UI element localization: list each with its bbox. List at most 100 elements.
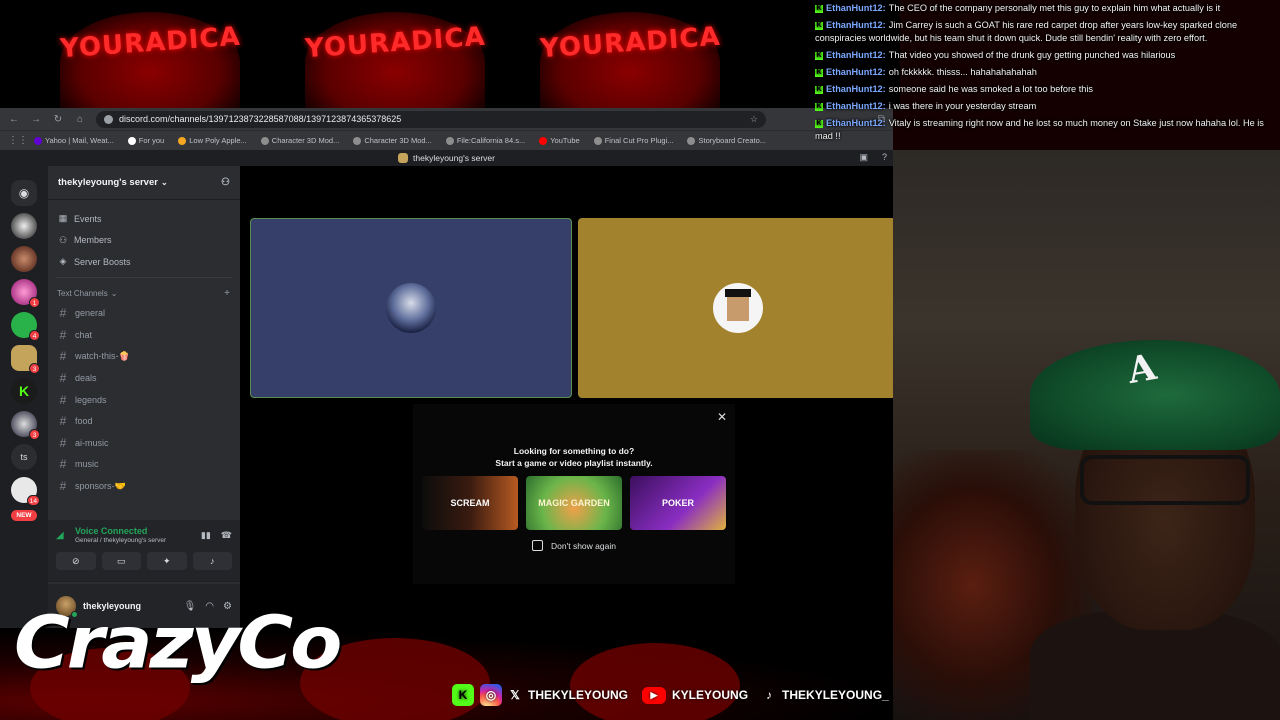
boost-icon: ◈ <box>59 256 67 267</box>
bookmark-favicon <box>260 136 269 145</box>
reload-icon[interactable]: ↻ <box>52 114 64 125</box>
invite-people-icon[interactable]: ⚇ <box>221 177 230 188</box>
unread-badge: 14 <box>26 495 40 506</box>
unread-badge: 4 <box>29 330 40 341</box>
bookmark-item[interactable]: Yahoo | Mail, Weat... <box>34 136 114 145</box>
server-icon-active[interactable]: 3 <box>11 345 40 374</box>
server-list: ◉ 1 4 3 K 3 ts 14 NEW <box>0 166 48 628</box>
channel-item[interactable]: # general <box>48 303 240 325</box>
window-title: thekyleyoung's server <box>413 153 495 163</box>
signal-icon[interactable]: ◢ <box>56 530 68 541</box>
home-icon[interactable]: ⌂ <box>74 114 86 125</box>
tiktok-icon: ♪ <box>766 688 773 702</box>
category-text-channels[interactable]: Text Channels ⌄ + <box>48 278 240 303</box>
bookmark-item[interactable]: Low Poly Apple... <box>178 136 247 145</box>
bookmark-favicon <box>34 136 42 145</box>
participant-tile[interactable] <box>578 218 893 398</box>
screen-share-icon: ▭ <box>116 555 126 566</box>
kick-badge-icon: K <box>815 21 823 30</box>
members-link[interactable]: ⚇ Members <box>58 230 222 252</box>
site-info-icon[interactable] <box>104 114 113 124</box>
channel-item[interactable]: # ai-music <box>48 432 240 454</box>
url-input[interactable]: discord.com/channels/1397123873228587088… <box>96 110 766 128</box>
noise-suppression-icon[interactable]: ▮▮ <box>201 530 211 541</box>
activities-icon: ✦ <box>162 555 171 566</box>
dont-show-checkbox[interactable] <box>532 540 544 551</box>
streamer-cap <box>1030 340 1280 450</box>
create-channel-icon[interactable]: + <box>224 288 230 299</box>
channel-item[interactable]: # sponsors-🤝 <box>48 475 240 497</box>
apps-icon[interactable]: ⋮⋮ <box>8 135 28 146</box>
server-icon[interactable]: ts <box>11 444 37 470</box>
voice-connected-panel: ◢ Voice Connected General / thekyleyoung… <box>48 520 240 582</box>
server-header[interactable]: thekyleyoung's server ⌄ ⚇ <box>48 166 240 200</box>
discord-home-button[interactable]: ◉ <box>11 180 37 206</box>
calendar-icon: ▦ <box>58 213 68 224</box>
camera-off-icon: ⊘ <box>71 555 80 566</box>
screen-share-button[interactable]: ▭ <box>101 552 141 570</box>
channel-item[interactable]: # chat <box>48 324 240 346</box>
discord-logo-icon: ◉ <box>18 186 30 200</box>
bookmark-item[interactable]: File:California 84.s... <box>445 136 525 145</box>
activities-button[interactable]: ✦ <box>147 552 187 570</box>
hash-icon: # <box>59 327 67 342</box>
chat-message: K EthanHunt12: That video you showed of th… <box>815 50 1176 60</box>
bookmark-item[interactable]: Character 3D Mod... <box>260 136 339 145</box>
bookmark-item[interactable]: YouTube <box>539 136 580 145</box>
close-icon[interactable]: ✕ <box>717 410 727 424</box>
camera-toggle-button[interactable]: ⊘ <box>56 552 96 570</box>
hash-icon: # <box>59 306 67 321</box>
hash-icon: # <box>59 457 67 472</box>
bookmark-favicon <box>539 136 548 145</box>
bookmark-item[interactable]: Final Cut Pro Plugi... <box>593 136 673 145</box>
forward-icon[interactable]: → <box>30 114 42 125</box>
server-icon[interactable]: 14 <box>11 477 40 506</box>
soundboard-button[interactable]: ♪ <box>192 552 232 570</box>
kick-badge-icon: K <box>815 51 823 60</box>
server-icon[interactable] <box>11 213 37 239</box>
server-icon[interactable] <box>11 246 37 272</box>
game-card-scream[interactable]: SCREAM <box>422 476 518 530</box>
dont-show-again-option[interactable]: Don't show again <box>413 540 735 551</box>
activity-subheading: Start a game or video playlist instantly… <box>495 458 653 468</box>
channel-item[interactable]: # deals <box>48 367 240 389</box>
hash-icon: # <box>59 435 67 450</box>
bookmark-favicon <box>593 136 602 145</box>
server-icon[interactable]: 3 <box>11 411 40 440</box>
channel-item[interactable]: # legends <box>48 389 240 411</box>
server-boosts-link[interactable]: ◈ Server Boosts <box>58 251 222 273</box>
stream-stage: YOURADICA YOURADICA YOURADICA A ← → ↻ ⌂ … <box>0 0 1280 720</box>
channel-item[interactable]: # food <box>48 410 240 432</box>
channel-item[interactable]: # music <box>48 454 240 476</box>
bookmark-favicon <box>445 136 454 145</box>
new-badge: NEW <box>11 510 37 521</box>
voice-location[interactable]: General / thekyleyoung's server <box>75 537 166 544</box>
server-icon <box>398 153 409 163</box>
chat-message: K EthanHunt12: someone said he was smoked … <box>815 84 1094 94</box>
activity-heading: Looking for something to do? <box>513 446 635 456</box>
chevron-down-icon: ⌄ <box>110 288 118 298</box>
channel-sidebar: thekyleyoung's server ⌄ ⚇ ▦ Events ⚇ Membe… <box>48 166 240 628</box>
server-name: thekyleyoung's server <box>58 177 158 188</box>
unread-badge: 1 <box>29 297 40 308</box>
bookmark-item[interactable]: Character 3D Mod... <box>353 136 432 145</box>
bookmark-favicon <box>353 136 362 145</box>
events-link[interactable]: ▦ Events <box>58 208 222 230</box>
bookmark-item[interactable]: For you <box>127 136 164 145</box>
bookmark-item[interactable]: Storyboard Creato... <box>687 136 766 145</box>
server-icon[interactable]: 1 <box>11 279 40 308</box>
disconnect-icon[interactable]: ☎ <box>221 530 232 541</box>
channel-item[interactable]: # watch-this-🍿 <box>48 346 240 368</box>
game-card-poker[interactable]: POKER <box>630 476 726 530</box>
instagram-icon: ◎ <box>480 684 502 706</box>
participant-tile[interactable] <box>250 218 572 398</box>
members-icon: ⚇ <box>58 234 68 245</box>
back-icon[interactable]: ← <box>8 114 20 125</box>
kick-server-icon[interactable]: K <box>11 378 37 404</box>
brand-logo: CrazyCo <box>14 600 342 685</box>
kick-badge-icon: K <box>815 68 823 77</box>
youtube-handle: KYLEYOUNG <box>672 688 749 702</box>
bookmark-star-icon[interactable]: ☆ <box>750 114 758 125</box>
game-card-magic-garden[interactable]: MAGIC GARDEN <box>526 476 622 530</box>
server-icon[interactable]: 4 <box>11 312 40 341</box>
